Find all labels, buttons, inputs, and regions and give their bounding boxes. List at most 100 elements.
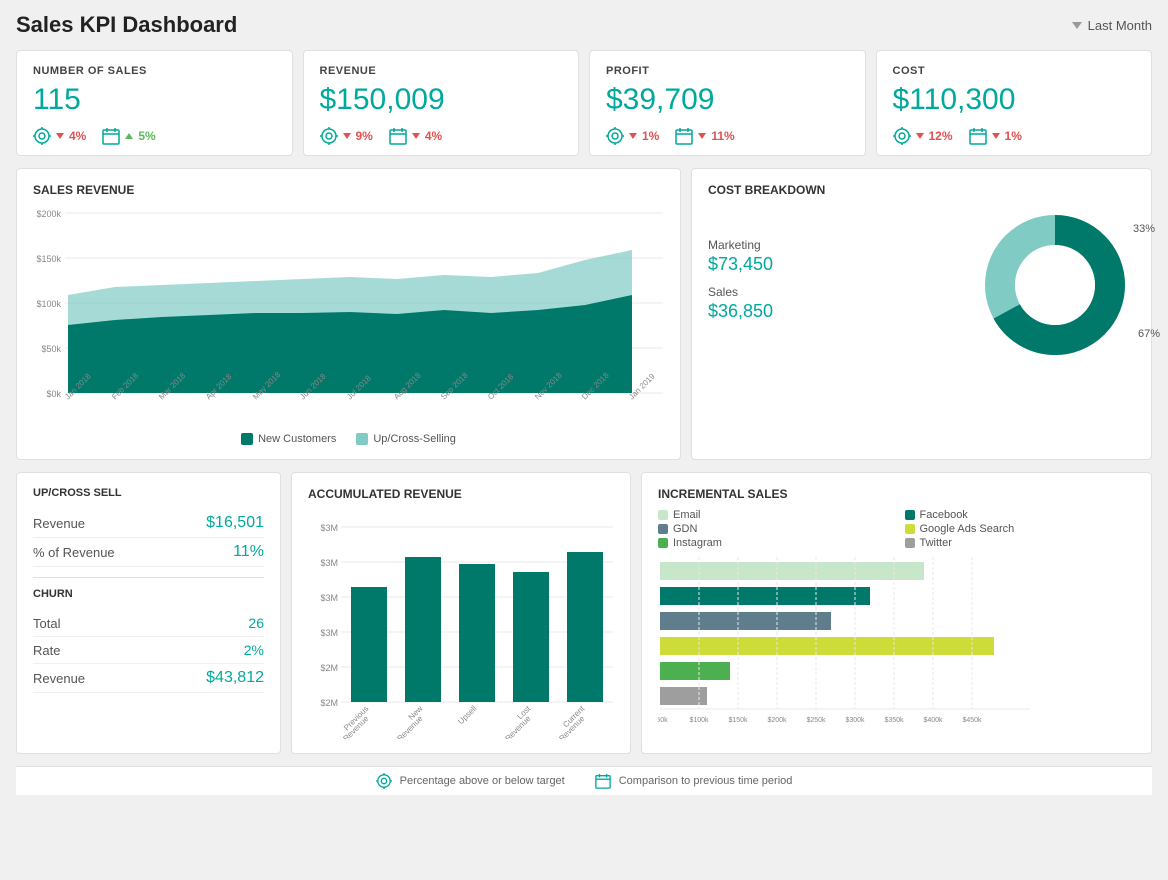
kpi-calendar-pct-sales: 5%	[138, 129, 155, 143]
legend-facebook: Facebook	[905, 509, 1136, 521]
footer-target-icon	[376, 773, 392, 789]
down-arrow-icon-r1	[343, 133, 351, 139]
kpi-metrics-profit: 1% 11%	[606, 127, 849, 145]
svg-text:$400k: $400k	[923, 717, 943, 724]
target-icon	[33, 127, 51, 145]
stat-row-pct-revenue: % of Revenue 11%	[33, 538, 264, 567]
down-arrow-icon-r2	[412, 133, 420, 139]
stat-value-revenue: $16,501	[206, 514, 264, 532]
stat-label-churn-revenue: Revenue	[33, 671, 85, 686]
filter-button[interactable]: Last Month	[1072, 18, 1152, 33]
kpi-row: NUMBER OF SALES 115 4% 5% REVENUE $150,0…	[16, 50, 1152, 156]
svg-text:$100k: $100k	[36, 299, 61, 309]
accumulated-revenue-title: ACCUMULATED REVENUE	[308, 487, 614, 501]
stat-value-churn-revenue: $43,812	[206, 669, 264, 687]
target-icon-rev	[320, 127, 338, 145]
kpi-label-revenue: REVENUE	[320, 65, 563, 77]
donut-sales: Sales $36,850	[708, 285, 975, 322]
legend-email: Email	[658, 509, 889, 521]
calendar-icon	[102, 127, 120, 145]
svg-text:$350k: $350k	[884, 717, 904, 724]
down-arrow-icon-c2	[992, 133, 1000, 139]
bar-gdn	[660, 612, 831, 630]
bar-new-revenue	[405, 557, 441, 702]
kpi-card-cost: COST $110,300 12% 1%	[876, 50, 1153, 156]
donut-marketing: Marketing $73,450	[708, 238, 975, 275]
stat-value-pct-revenue: 11%	[233, 543, 264, 561]
kpi-metric-calendar-revenue: 4%	[389, 127, 442, 145]
svg-text:$2M: $2M	[320, 663, 338, 673]
accumulated-revenue-card: ACCUMULATED REVENUE $3M $3M $3M $3M $2M …	[291, 472, 631, 754]
bar-email	[660, 562, 924, 580]
divider	[33, 577, 264, 578]
kpi-metrics-sales: 4% 5%	[33, 127, 276, 145]
svg-text:$200k: $200k	[767, 717, 787, 724]
footer-calendar-icon	[595, 773, 611, 789]
donut-sales-label: Sales	[708, 285, 975, 299]
donut-pct-33: 33%	[1133, 223, 1155, 235]
kpi-metrics-cost: 12% 1%	[893, 127, 1136, 145]
donut-marketing-label: Marketing	[708, 238, 975, 252]
inc-sales-svg: $50k $100k $150k $200k $250k $300k $350k…	[658, 557, 1078, 727]
stat-row-churn-total: Total 26	[33, 610, 264, 637]
filter-arrow-icon	[1072, 22, 1082, 29]
sales-revenue-card: SALES REVENUE $200k $150k $100k $50k $0k	[16, 168, 681, 460]
sales-revenue-chart: $200k $150k $100k $50k $0k	[33, 205, 664, 445]
svg-text:$2M: $2M	[320, 698, 338, 708]
stat-label-revenue: Revenue	[33, 516, 85, 531]
down-arrow-icon-p1	[629, 133, 637, 139]
kpi-target-pct-revenue: 9%	[356, 129, 373, 143]
incremental-sales-card: INCREMENTAL SALES Email Facebook GDN Go	[641, 472, 1152, 754]
svg-text:$50k: $50k	[41, 344, 61, 354]
churn-title: CHURN	[33, 588, 264, 600]
footer-target-label: Percentage above or below target	[400, 775, 565, 787]
stat-row-churn-rate: Rate 2%	[33, 637, 264, 664]
calendar-icon-prof	[675, 127, 693, 145]
calendar-icon-cost	[969, 127, 987, 145]
svg-text:$150k: $150k	[36, 254, 61, 264]
calendar-icon-rev	[389, 127, 407, 145]
kpi-card-profit: PROFIT $39,709 1% 11%	[589, 50, 866, 156]
svg-text:$3M: $3M	[320, 558, 338, 568]
down-arrow-icon-p2	[698, 133, 706, 139]
svg-text:$50k: $50k	[658, 717, 668, 724]
kpi-calendar-pct-revenue: 4%	[425, 129, 442, 143]
kpi-calendar-pct-profit: 11%	[711, 129, 734, 143]
kpi-metrics-revenue: 9% 4%	[320, 127, 563, 145]
target-icon-cost	[893, 127, 911, 145]
donut-pct-67: 67%	[1138, 328, 1160, 340]
footer-item-calendar: Comparison to previous time period	[595, 773, 793, 789]
kpi-metric-calendar-cost: 1%	[969, 127, 1022, 145]
kpi-metric-target-profit: 1%	[606, 127, 659, 145]
legend-color-new-customers	[241, 433, 253, 445]
donut-chart-container: 33% 67%	[975, 205, 1135, 365]
cost-breakdown-title: COST BREAKDOWN	[708, 183, 1135, 197]
svg-text:$250k: $250k	[806, 717, 826, 724]
legend-upcross: Up/Cross-Selling	[356, 433, 456, 445]
cost-breakdown-card: COST BREAKDOWN Marketing $73,450 Sales $…	[691, 168, 1152, 460]
donut-sales-value: $36,850	[708, 301, 975, 322]
svg-text:$300k: $300k	[845, 717, 865, 724]
kpi-calendar-pct-cost: 1%	[1005, 129, 1022, 143]
bar-upsell	[459, 564, 495, 702]
kpi-card-sales: NUMBER OF SALES 115 4% 5%	[16, 50, 293, 156]
kpi-metric-target-cost: 12%	[893, 127, 953, 145]
stat-row-revenue: Revenue $16,501	[33, 509, 264, 538]
svg-text:Upsell: Upsell	[456, 704, 478, 726]
bar-prev-revenue	[351, 587, 387, 702]
dashboard: Sales KPI Dashboard Last Month NUMBER OF…	[0, 0, 1168, 880]
donut-svg	[975, 205, 1135, 365]
kpi-value-sales: 115	[33, 83, 276, 117]
kpi-metric-calendar-profit: 11%	[675, 127, 734, 145]
kpi-card-revenue: REVENUE $150,009 9% 4%	[303, 50, 580, 156]
kpi-target-pct-profit: 1%	[642, 129, 659, 143]
legend-label-new-customers: New Customers	[258, 433, 336, 445]
legend-gdn: GDN	[658, 523, 889, 535]
up-arrow-icon	[125, 133, 133, 139]
footer-item-target: Percentage above or below target	[376, 773, 565, 789]
footer: Percentage above or below target Compari…	[16, 766, 1152, 795]
kpi-label-cost: COST	[893, 65, 1136, 77]
incremental-sales-title: INCREMENTAL SALES	[658, 487, 1135, 501]
stat-row-churn-revenue: Revenue $43,812	[33, 664, 264, 693]
legend-instagram: Instagram	[658, 537, 889, 549]
